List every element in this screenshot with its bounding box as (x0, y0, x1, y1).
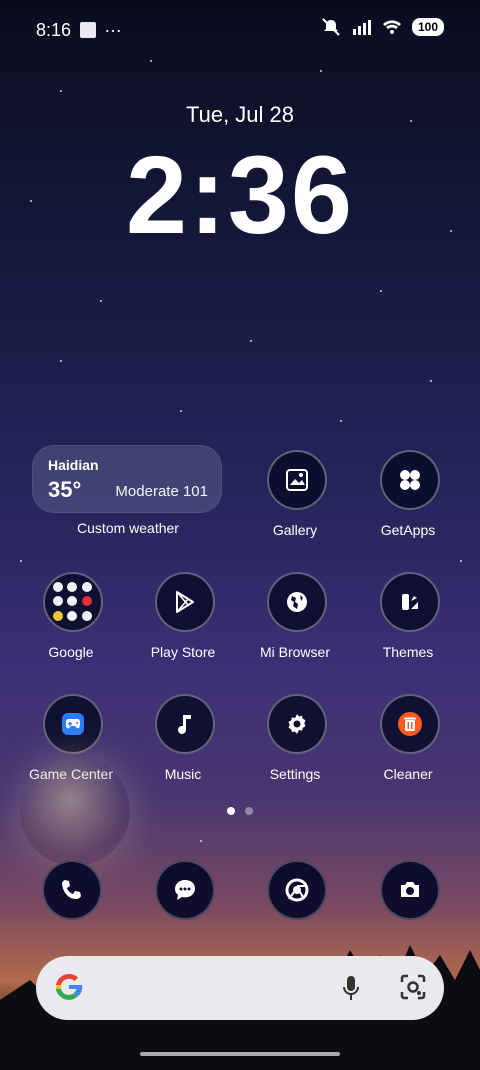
battery-level: 100 (411, 18, 444, 36)
weather-temp: 35° (48, 477, 82, 502)
app-label: Music (164, 766, 202, 782)
dock-chrome[interactable] (267, 860, 327, 920)
wifi-icon (382, 20, 401, 34)
google-folder-icon (53, 582, 93, 622)
mute-icon (322, 18, 340, 36)
dock-phone[interactable] (42, 860, 102, 920)
app-label: Themes (382, 644, 434, 660)
gesture-bar[interactable] (140, 1052, 340, 1056)
app-gallery[interactable]: Gallery (240, 450, 350, 550)
play-store-icon (176, 591, 194, 613)
app-label: Cleaner (383, 766, 433, 782)
weather-city: Haidian (48, 457, 99, 473)
browser-globe-icon (287, 592, 307, 612)
app-themes[interactable]: Themes (353, 572, 463, 672)
google-lens-icon[interactable] (398, 972, 428, 1002)
app-google-folder[interactable]: Google (16, 572, 126, 672)
google-g-icon (55, 973, 83, 1000)
app-play-store[interactable]: Play Store (128, 572, 238, 672)
microphone-icon[interactable] (340, 974, 362, 1002)
home-date[interactable]: Tue, Jul 28 (0, 102, 480, 128)
notification-square-icon (80, 22, 96, 38)
moon-icon (189, 459, 198, 477)
app-getapps[interactable]: GetApps (353, 450, 463, 550)
weather-widget[interactable]: Haidian 35° Moderate 101 (32, 445, 222, 513)
app-cleaner[interactable]: Cleaner (353, 694, 463, 794)
camera-icon (401, 882, 419, 897)
gear-icon (288, 714, 306, 734)
google-search-bar[interactable] (36, 956, 444, 1020)
chrome-icon (285, 878, 309, 902)
app-label: Play Store (150, 644, 216, 660)
gamepad-icon (62, 713, 84, 735)
app-settings[interactable]: Settings (240, 694, 350, 794)
themes-icon (402, 594, 418, 610)
signal-icon (352, 20, 371, 35)
app-label: GetApps (380, 522, 436, 538)
gallery-icon (286, 469, 308, 491)
app-label: Settings (269, 766, 321, 782)
messages-icon (175, 880, 195, 900)
status-bar: 8:16 … 100 (0, 0, 480, 60)
page-indicator[interactable] (0, 807, 480, 815)
app-label: Google (48, 644, 94, 660)
weather-widget-label: Custom weather (77, 520, 179, 536)
trash-icon (398, 712, 422, 736)
page-dot[interactable] (245, 807, 253, 815)
weather-aqi: Moderate 101 (115, 483, 208, 500)
app-label: Mi Browser (259, 644, 330, 660)
app-label: Gallery (272, 522, 318, 538)
dock-camera[interactable] (380, 860, 440, 920)
status-time: 8:16 (36, 20, 72, 40)
app-mi-browser[interactable]: Mi Browser (240, 572, 350, 672)
page-dot-active[interactable] (227, 807, 235, 815)
app-music[interactable]: Music (128, 694, 238, 794)
getapps-icon (400, 470, 420, 490)
more-notifications-icon: … (104, 16, 123, 36)
phone-icon (62, 880, 81, 899)
home-clock[interactable]: 2:36 (0, 132, 480, 259)
music-note-icon (178, 715, 191, 734)
dock-messages[interactable] (155, 860, 215, 920)
